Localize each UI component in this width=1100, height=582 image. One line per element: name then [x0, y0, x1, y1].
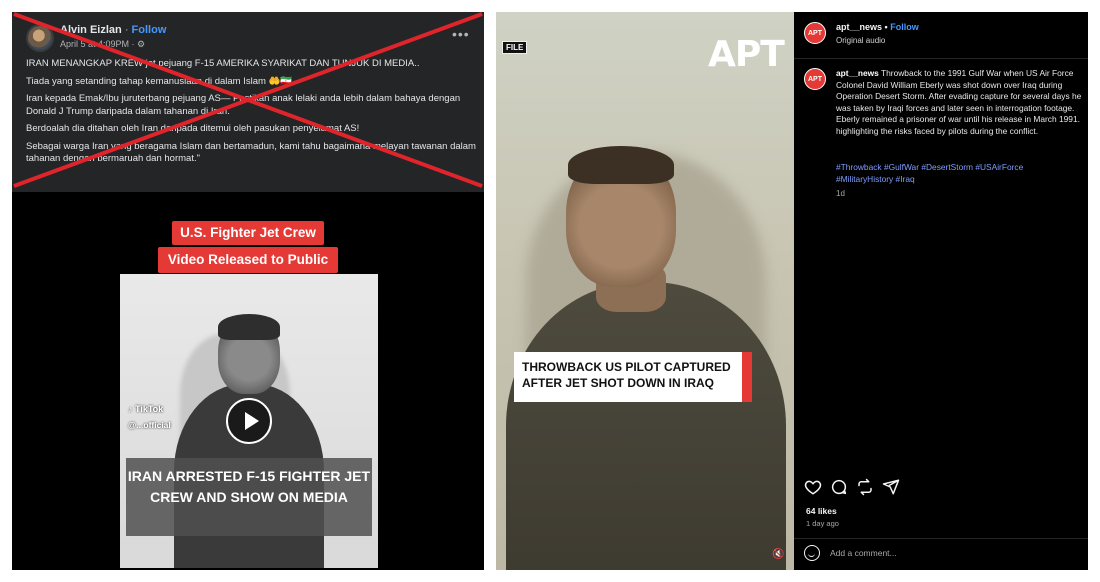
mute-icon[interactable]: 🔇	[772, 549, 784, 560]
tiktok-handle: @...official	[128, 420, 171, 430]
caption-avatar[interactable]: APT	[804, 68, 826, 90]
caption-body: Throwback to the 1991 Gulf War when US A…	[836, 68, 1082, 136]
heart-icon[interactable]	[804, 478, 822, 496]
post-text: IRAN MENANGKAP KREW jet pejuang F-15 AME…	[26, 58, 476, 171]
follow-button[interactable]: Follow	[890, 22, 919, 32]
share-icon[interactable]	[882, 478, 900, 496]
divider	[794, 58, 1088, 59]
facebook-post: Alvin Eizlan · Follow April 5 at 4:09PM …	[12, 12, 484, 570]
action-bar	[804, 478, 1084, 498]
more-options-icon[interactable]: •••	[452, 26, 470, 42]
caption-text: apt__news Throwback to the 1991 Gulf War…	[836, 68, 1088, 137]
man-hair	[218, 314, 280, 340]
apt-logo: APT	[708, 34, 785, 75]
play-icon[interactable]	[226, 398, 272, 444]
author-name[interactable]: Alvin Eizlan	[60, 24, 122, 36]
lower-third: THROWBACK US PILOT CAPTURED AFTER JET SH…	[514, 352, 752, 402]
author-row: Alvin Eizlan · Follow	[60, 24, 166, 36]
video-thumbnail[interactable]: ♪ TikTok @...official IRAN ARRESTED F-15…	[120, 274, 378, 568]
audio-label[interactable]: Original audio	[836, 36, 885, 45]
account-avatar[interactable]: APT	[804, 22, 826, 44]
comment-icon[interactable]	[830, 478, 848, 496]
post-paragraph: IRAN MENANGKAP KREW jet pejuang F-15 AME…	[26, 58, 420, 69]
account-row: apt__news • Follow	[836, 22, 919, 32]
post-paragraph: Sebagai warga Iran yang beragama Islam d…	[26, 140, 476, 165]
instagram-post: FILE APT THROWBACK US PILOT CAPTURED AFT…	[496, 12, 1088, 570]
man-hair	[568, 146, 674, 184]
video-player[interactable]: FILE APT THROWBACK US PILOT CAPTURED AFT…	[496, 12, 794, 570]
follow-button[interactable]: Follow	[132, 24, 167, 36]
post-header: Alvin Eizlan · Follow April 5 at 4:09PM …	[12, 12, 484, 190]
like-count[interactable]: 64 likes	[806, 506, 837, 516]
repost-icon[interactable]	[856, 478, 874, 496]
caption-username[interactable]: apt__news	[836, 68, 879, 78]
separator: ·	[124, 24, 129, 36]
post-timestamp[interactable]: April 5 at 4:09PM · ⚙	[60, 39, 145, 50]
caption-age: 1d	[836, 189, 845, 198]
post-sidebar: APT apt__news • Follow Original audio AP…	[794, 12, 1088, 570]
man-figure	[506, 282, 786, 570]
post-media[interactable]: U.S. Fighter Jet Crew Video Released to …	[12, 192, 484, 570]
video-caption: IRAN ARRESTED F-15 FIGHTER JET CREW AND …	[126, 458, 372, 536]
divider	[794, 538, 1088, 539]
file-tag: FILE	[502, 41, 528, 54]
post-paragraph: Iran kepada Emak/Ibu juruterbang pejuang…	[26, 93, 461, 117]
comment-input[interactable]: Add a comment...	[830, 548, 897, 558]
headline-banner: U.S. Fighter Jet Crew	[172, 221, 324, 245]
hashtags[interactable]: #Throwback #GulfWar #DesertStorm #USAirF…	[836, 162, 1076, 185]
headline-banner: Video Released to Public	[158, 247, 338, 273]
post-date: 1 day ago	[806, 519, 839, 528]
emoji-icon[interactable]	[804, 545, 820, 561]
avatar[interactable]	[26, 24, 54, 52]
post-paragraph: Tiada yang setanding tahap kemanusiaan d…	[26, 75, 293, 87]
comparison-screenshot: Alvin Eizlan · Follow April 5 at 4:09PM …	[0, 0, 1100, 582]
separator: •	[884, 22, 888, 32]
tiktok-watermark: ♪ TikTok	[128, 404, 164, 414]
post-paragraph: Berdoalah dia ditahan oleh Iran daripada…	[26, 123, 360, 134]
account-name[interactable]: apt__news	[836, 22, 882, 32]
